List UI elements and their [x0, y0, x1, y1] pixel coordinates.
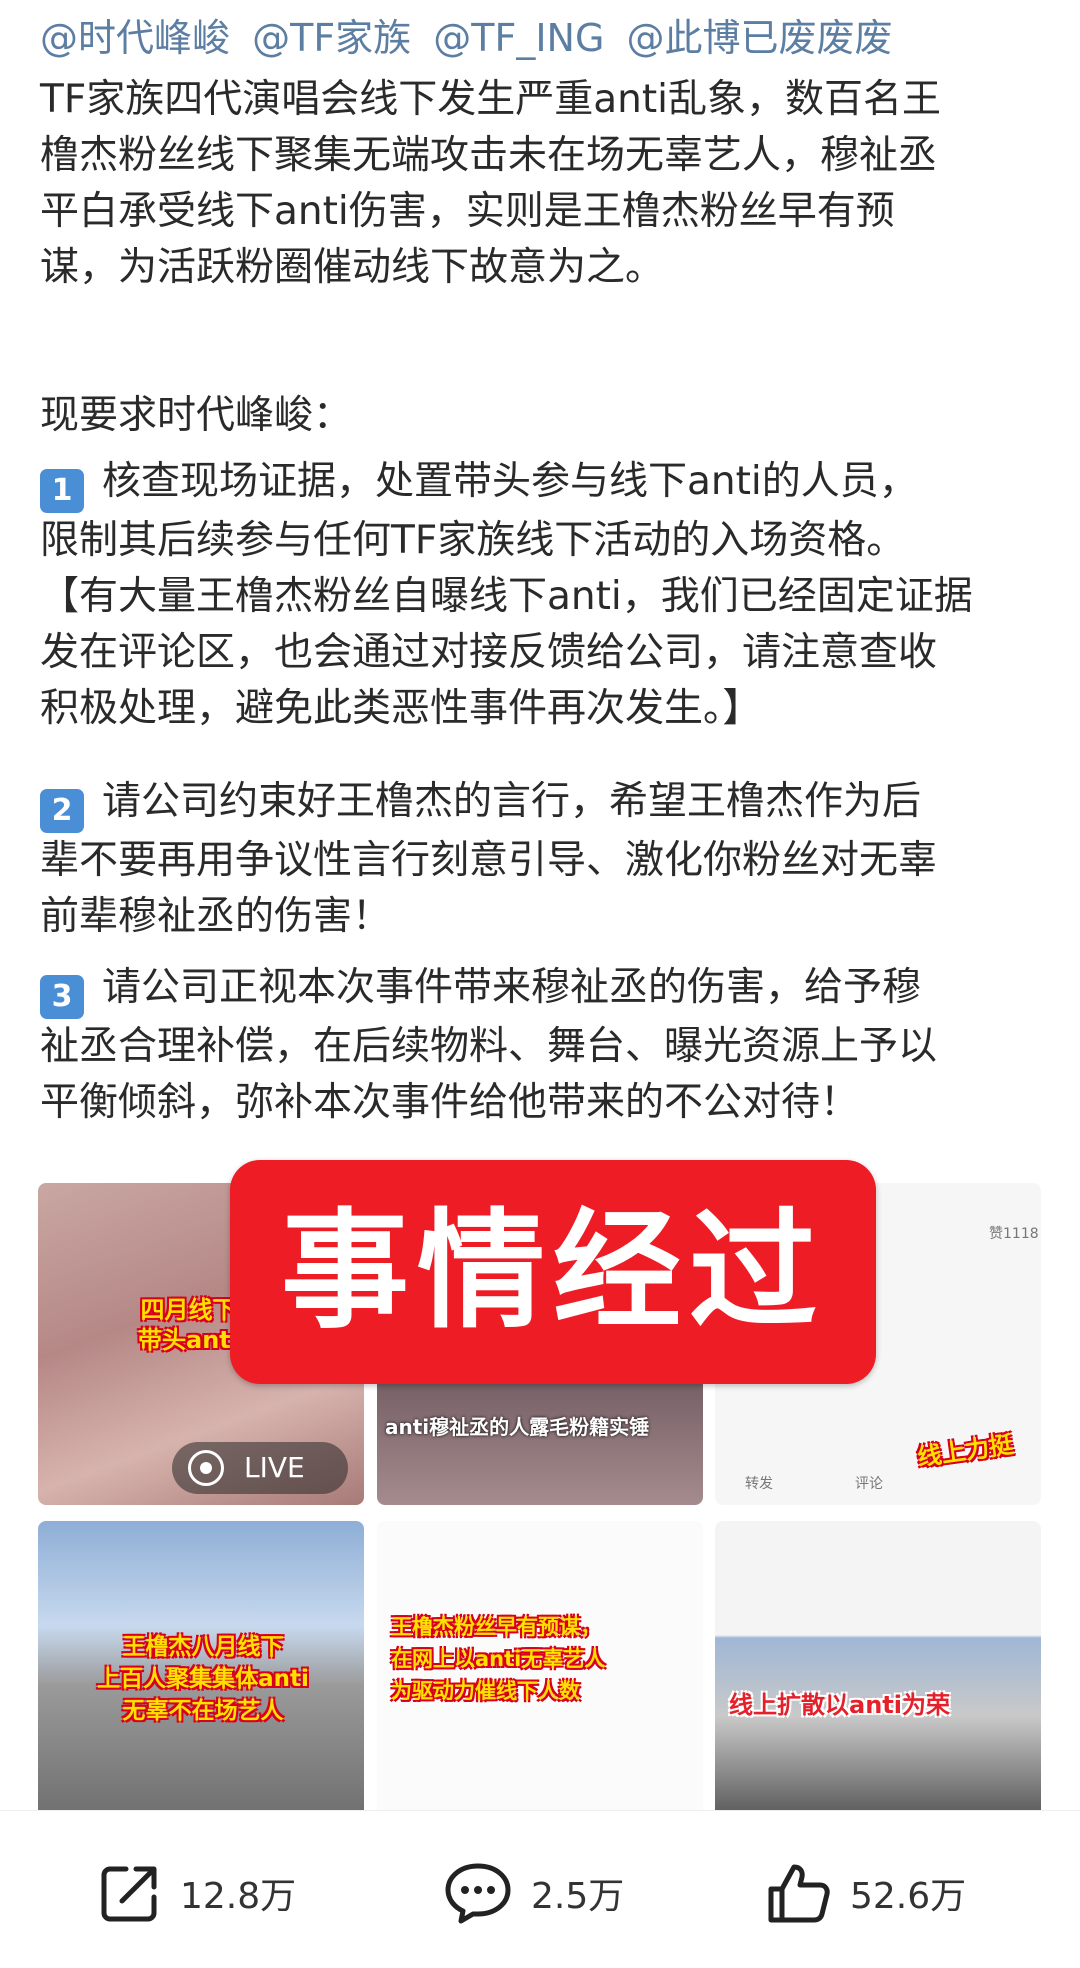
image-caption: anti穆祉丞的人露毛粉籍实锤 — [385, 1415, 650, 1439]
mention-link[interactable]: @TF家族 — [252, 16, 411, 60]
text-segment: 请公司正视本次事件带来穆祉丞的伤害，给予穆 — [102, 965, 922, 1010]
comment-count: 2.5万 — [531, 1876, 625, 1917]
text-line: 2 请公司约束好王橹杰的言行，希望王橹杰作为后 — [40, 774, 1050, 833]
text-line: 祉丞合理补偿，在后续物料、舞台、曝光资源上予以 — [40, 1024, 938, 1069]
caption-line: 为驱动力催线下人数 — [391, 1679, 580, 1703]
number-2-icon: 2 — [40, 789, 84, 833]
number-3-icon: 3 — [40, 975, 84, 1019]
caption-line: 上百人聚集集体anti — [97, 1666, 309, 1692]
caption-line: 四月线下 — [140, 1296, 237, 1324]
caption-line: 无辜不在场艺人 — [122, 1698, 284, 1724]
caption-line: 在网上以anti无辜艺人 — [391, 1647, 606, 1671]
image-caption: 王橹杰粉丝早有预谋， 在网上以anti无辜艺人 为驱动力催线下人数 — [391, 1611, 605, 1707]
text-line: 1 核查现场证据，处置带头参与线下anti的人员， — [40, 454, 1050, 513]
comment-icon — [445, 1863, 511, 1924]
text-line: 平白承受线下anti伤害，实则是王橹杰粉丝早有预 — [40, 189, 895, 234]
image-caption: 线上扩散以anti为荣 — [729, 1691, 950, 1719]
text-line: 前辈穆祉丞的伤害！ — [40, 894, 392, 939]
comment-button[interactable]: 2.5万 — [443, 1861, 624, 1925]
text-line: 限制其后续参与任何TF家族线下活动的入场资格。 — [40, 518, 906, 563]
share-count: 12.8万 — [180, 1876, 297, 1917]
overlay-banner: 事情经过 — [230, 1160, 876, 1384]
caption-line: 王橹杰粉丝早有预谋， — [391, 1615, 601, 1639]
thumbs-up-icon — [768, 1864, 830, 1923]
text-line: TF家族四代演唱会线下发生严重anti乱象，数百名王 — [40, 77, 941, 122]
mention-link[interactable]: @时代峰峻 — [40, 16, 230, 60]
weibo-post: @时代峰峻 @TF家族 @TF_ING @此博已废废废 TF家族四代演唱会线下发… — [0, 0, 1080, 1968]
image-caption: 线上力挺 — [915, 1430, 1015, 1472]
demand-item-1: 1 核查现场证据，处置带头参与线下anti的人员， 限制其后续参与任何TF家族线下… — [40, 454, 1050, 737]
post-intro: TF家族四代演唱会线下发生严重anti乱象，数百名王 橹杰粉丝线下聚集无端攻击未… — [40, 72, 1050, 296]
mention-link[interactable]: @此博已废废废 — [627, 16, 893, 60]
text-line: 现要求时代峰峻： — [40, 393, 353, 438]
post-image[interactable]: 线上扩散以anti为荣 — [715, 1521, 1041, 1821]
text-line: 平衡倾斜，弥补本次事件给他带来的不公对待！ — [40, 1080, 860, 1125]
action-bar: 12.8万 2.5万 52.6万 — [0, 1810, 1080, 1968]
live-label: LIVE — [244, 1451, 305, 1484]
text-line: 橹杰粉丝线下聚集无端攻击未在场无辜艺人，穆祉丞 — [40, 133, 938, 178]
mention-link[interactable]: @TF_ING — [433, 16, 604, 60]
text-line: 辈不要再用争议性言行刻意引导、激化你粉丝对无辜 — [40, 838, 938, 883]
caption-line: 带头anti — [138, 1326, 239, 1354]
text-line: 谋，为活跃粉圈催动线下故意为之。 — [40, 245, 665, 290]
like-button[interactable]: 52.6万 — [766, 1861, 966, 1925]
comment-text: 评论 — [855, 1476, 883, 1492]
post-image[interactable]: 王橹杰八月线下 上百人聚集集体anti 无辜不在场艺人 — [38, 1521, 364, 1821]
image-caption: 王橹杰八月线下 上百人聚集集体anti 无辜不在场艺人 — [68, 1631, 338, 1727]
like-count: 52.6万 — [850, 1876, 967, 1917]
repost-text: 转发 — [745, 1476, 773, 1492]
live-photo-badge[interactable]: LIVE — [172, 1442, 348, 1494]
text-line: 发在评论区，也会通过对接反馈给公司，请注意查收 — [40, 630, 938, 675]
text-segment: 核查现场证据，处置带头参与线下anti的人员， — [102, 459, 918, 504]
text-line: 积极处理，避免此类恶性事件再次发生。】 — [40, 686, 762, 731]
number-1-icon: 1 — [40, 469, 84, 513]
live-icon — [188, 1450, 224, 1486]
image-caption: 四月线下 带头anti — [138, 1295, 239, 1355]
text-line: 【有大量王橹杰粉丝自曝线下anti，我们已经固定证据 — [40, 574, 973, 619]
demand-heading: 现要求时代峰峻： — [40, 388, 1050, 444]
share-icon — [101, 1866, 157, 1922]
mention-list: @时代峰峻 @TF家族 @TF_ING @此博已废废废 — [40, 12, 903, 64]
post-image[interactable]: 王橹杰粉丝早有预谋， 在网上以anti无辜艺人 为驱动力催线下人数 — [377, 1521, 703, 1821]
share-button[interactable]: 12.8万 — [98, 1861, 296, 1925]
demand-item-2: 2 请公司约束好王橹杰的言行，希望王橹杰作为后 辈不要再用争议性言行刻意引导、激化… — [40, 774, 1050, 945]
demand-item-3: 3 请公司正视本次事件带来穆祉丞的伤害，给予穆 祉丞合理补偿，在后续物料、舞台、曝… — [40, 960, 1050, 1131]
text-line: 3 请公司正视本次事件带来穆祉丞的伤害，给予穆 — [40, 960, 1050, 1019]
text-segment: 请公司约束好王橹杰的言行，希望王橹杰作为后 — [102, 779, 922, 824]
caption-line: 王橹杰八月线下 — [122, 1634, 284, 1660]
like-count-text: 赞1118 — [989, 1226, 1039, 1242]
